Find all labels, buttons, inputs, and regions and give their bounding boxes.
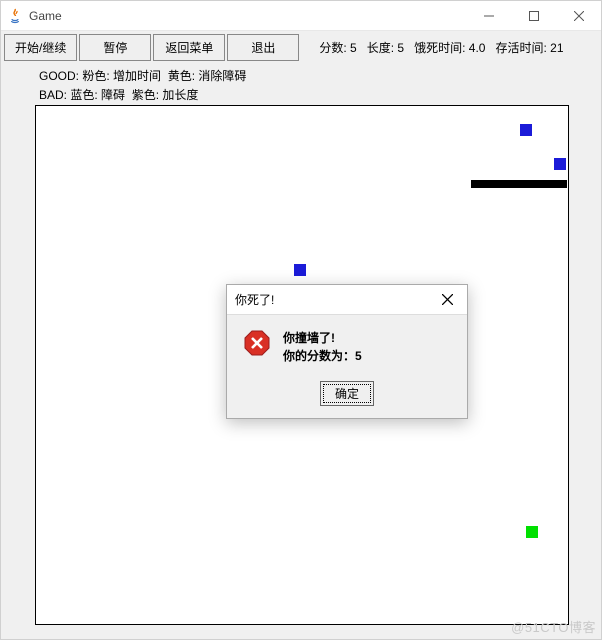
game-over-dialog: 你死了! 你撞墙了! 你的分数为：5 确定 xyxy=(226,284,468,419)
main-window: Game 开始/继续 暂停 返回菜单 退出 分数: 5 长度: 5 饿死时间: … xyxy=(0,0,602,640)
stats-bar: 分数: 5 长度: 5 饿死时间: 4.0 存活时间: 21 xyxy=(319,39,563,56)
back-menu-button[interactable]: 返回菜单 xyxy=(153,34,225,61)
score-stat: 分数: 5 xyxy=(319,39,356,56)
ok-button[interactable]: 确定 xyxy=(320,381,374,406)
starve-stat: 饿死时间: 4.0 xyxy=(414,39,485,56)
legend-good: GOOD: 粉色: 增加时间 黄色: 消除障碍 xyxy=(39,67,563,86)
watermark: @51CTO博客 xyxy=(511,617,596,636)
titlebar: Game xyxy=(1,1,601,31)
start-resume-button[interactable]: 开始/继续 xyxy=(4,34,77,61)
java-icon xyxy=(7,8,23,24)
green-cell xyxy=(526,526,538,538)
minimize-button[interactable] xyxy=(466,1,511,30)
survive-stat: 存活时间: 21 xyxy=(495,39,563,56)
toolbar: 开始/继续 暂停 返回菜单 退出 分数: 5 长度: 5 饿死时间: 4.0 存… xyxy=(1,31,601,64)
dialog-close-button[interactable] xyxy=(427,285,467,314)
dialog-title: 你死了! xyxy=(235,291,427,308)
dialog-titlebar: 你死了! xyxy=(227,285,467,315)
dialog-body: 你撞墙了! 你的分数为：5 xyxy=(227,315,467,371)
legend-bad: BAD: 蓝色: 障碍 紫色: 加长度 xyxy=(39,86,563,105)
blue-cell xyxy=(294,264,306,276)
close-button[interactable] xyxy=(556,1,601,30)
window-controls xyxy=(466,1,601,30)
blue-cell xyxy=(554,158,566,170)
dialog-button-row: 确定 xyxy=(227,371,467,418)
exit-button[interactable]: 退出 xyxy=(227,34,299,61)
length-stat: 长度: 5 xyxy=(367,39,404,56)
obstacle-bar xyxy=(471,180,567,188)
pause-button[interactable]: 暂停 xyxy=(79,34,151,61)
blue-cell xyxy=(520,124,532,136)
dialog-message: 你撞墙了! 你的分数为：5 xyxy=(283,329,362,365)
maximize-button[interactable] xyxy=(511,1,556,30)
error-icon xyxy=(243,329,271,360)
window-title: Game xyxy=(29,9,466,23)
